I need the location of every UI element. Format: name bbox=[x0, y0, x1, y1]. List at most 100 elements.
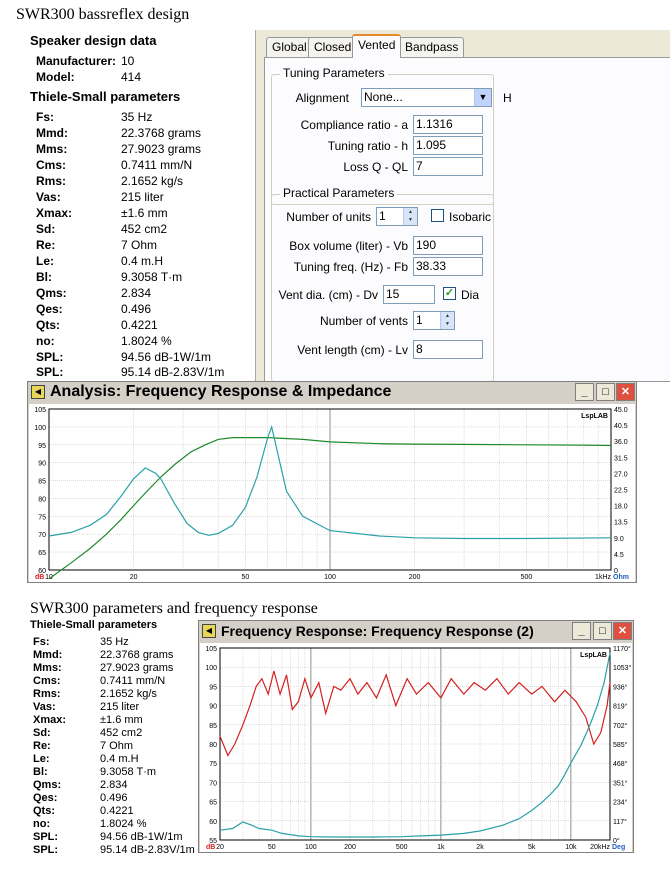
tuning-freq-input[interactable]: 38.33 bbox=[413, 257, 483, 276]
manufacturer-value: 10 bbox=[121, 54, 135, 68]
param-value: 9.3058 T·m bbox=[100, 766, 157, 778]
alignment-select[interactable]: None... ▼ bbox=[361, 88, 492, 107]
speaker-dialog: Global Closed Vented Bandpass Tuning Par… bbox=[255, 30, 670, 382]
isobaric-checkbox[interactable] bbox=[431, 209, 444, 222]
x-tick-label: 100 bbox=[305, 844, 317, 851]
maximize-button[interactable]: □ bbox=[593, 622, 612, 640]
tab-vented[interactable]: Vented bbox=[352, 34, 402, 58]
y-tick-label: 90 bbox=[209, 704, 217, 711]
spin-arrows-icon[interactable]: ▲ ▼ bbox=[403, 208, 417, 225]
param-label: Qts: bbox=[36, 318, 60, 332]
y-tick-label: 95 bbox=[38, 443, 46, 450]
y2-tick-label: 31.5 bbox=[614, 455, 628, 462]
x-unit-label: dB bbox=[35, 574, 44, 581]
speaker-icon: ◀ bbox=[31, 385, 45, 399]
param-value: 0.4 m.H bbox=[100, 753, 139, 765]
y2-tick-label: 36.0 bbox=[614, 439, 628, 446]
param-value: 2.1652 kg/s bbox=[100, 688, 157, 700]
param-label: no: bbox=[33, 818, 51, 830]
vents-label: Number of vents bbox=[319, 314, 408, 328]
param-label: Qes: bbox=[33, 792, 58, 804]
dia-label: Dia bbox=[461, 288, 480, 302]
param-value: 35 Hz bbox=[100, 636, 129, 648]
vent-dia-input[interactable]: 15 bbox=[383, 285, 435, 304]
lossq-input[interactable]: 7 bbox=[413, 157, 483, 176]
analysis-window: ◀ Analysis: Frequency Response & Impedan… bbox=[27, 381, 637, 583]
thiele-small-heading: Thiele-Small parameters bbox=[30, 89, 181, 104]
param-label: Sd: bbox=[36, 222, 56, 236]
y-tick-label: 105 bbox=[34, 407, 46, 414]
param-value: 0.496 bbox=[121, 302, 152, 316]
x-tick-label: 500 bbox=[521, 574, 533, 581]
y-tick-label: 70 bbox=[38, 532, 46, 539]
vent-length-input[interactable]: 8 bbox=[413, 340, 483, 359]
param-value: 27.9023 grams bbox=[121, 142, 202, 156]
x-tick-label: 50 bbox=[242, 574, 250, 581]
vent-dia-label: Vent dia. (cm) - Dv bbox=[278, 288, 378, 302]
param-value: 215 liter bbox=[100, 701, 140, 713]
param-label: Mms: bbox=[33, 662, 62, 674]
dia-checkbox[interactable]: ✓ bbox=[443, 287, 456, 300]
param-label: Qts: bbox=[33, 805, 55, 817]
tuning-ratio-input[interactable]: 1.095 bbox=[413, 136, 483, 155]
y-tick-label: 75 bbox=[209, 761, 217, 768]
y2-tick-label: 585° bbox=[613, 741, 628, 749]
spin-arrows-icon[interactable]: ▲ ▼ bbox=[440, 312, 454, 329]
param-label: Qms: bbox=[33, 779, 62, 791]
vents-value: 1 bbox=[416, 313, 423, 327]
units-label: Number of units bbox=[286, 210, 371, 224]
y2-unit-label: Deg bbox=[612, 844, 625, 851]
x-unit-label: dB bbox=[206, 844, 215, 851]
y-tick-label: 90 bbox=[38, 461, 46, 468]
y-tick-label: 105 bbox=[205, 646, 217, 653]
x-tick-label: 1kHz bbox=[595, 574, 611, 581]
close-button[interactable]: ✕ bbox=[613, 622, 632, 640]
param-label: Mmd: bbox=[33, 649, 63, 661]
param-value: 1.8024 % bbox=[100, 818, 147, 830]
param-label: Re: bbox=[36, 238, 56, 252]
window-titlebar[interactable]: ◀ Analysis: Frequency Response & Impedan… bbox=[28, 382, 636, 403]
param-label: Xmax: bbox=[33, 714, 67, 726]
y2-tick-label: 1053° bbox=[613, 664, 632, 672]
param-value: 95.14 dB-2.83V/1m bbox=[121, 365, 225, 379]
param-label: Rms: bbox=[36, 174, 67, 188]
param-value: 0.4221 bbox=[100, 805, 134, 817]
x-tick-label: 20 bbox=[216, 844, 224, 851]
y-tick-label: 60 bbox=[209, 819, 217, 826]
box-volume-input[interactable]: 190 bbox=[413, 236, 483, 255]
param-value: 452 cm2 bbox=[121, 222, 168, 236]
close-button[interactable]: ✕ bbox=[616, 383, 635, 401]
window-titlebar[interactable]: ◀ Frequency Response: Frequency Response… bbox=[199, 621, 633, 642]
param-value: 1.8024 % bbox=[121, 334, 172, 348]
tab-bandpass[interactable]: Bandpass bbox=[399, 37, 465, 57]
x-tick-label: 2k bbox=[476, 844, 484, 851]
param-value: 2.834 bbox=[100, 779, 128, 791]
alignment-label: Alignment bbox=[295, 91, 349, 105]
minimize-button[interactable]: _ bbox=[575, 383, 594, 401]
units-stepper[interactable]: 1 ▲ ▼ bbox=[376, 207, 418, 226]
param-label: Cms: bbox=[33, 675, 61, 687]
x-tick-label: 50 bbox=[268, 844, 276, 851]
x-tick-label: 200 bbox=[344, 844, 356, 851]
y2-tick-label: 234° bbox=[613, 799, 628, 807]
param-label: Le: bbox=[33, 753, 50, 765]
y2-tick-label: 45.0 bbox=[614, 407, 628, 414]
compliance-input[interactable]: 1.1316 bbox=[413, 115, 483, 134]
param-label: Xmax: bbox=[36, 206, 73, 220]
chevron-down-icon[interactable]: ▼ bbox=[474, 89, 491, 106]
practical-legend: Practical Parameters bbox=[280, 186, 398, 200]
minimize-button[interactable]: _ bbox=[572, 622, 591, 640]
param-label: Fs: bbox=[36, 110, 54, 124]
tab-global[interactable]: Global bbox=[266, 37, 313, 57]
frequency-response-window: ◀ Frequency Response: Frequency Response… bbox=[198, 620, 634, 853]
x-tick-label: 1k bbox=[437, 844, 445, 851]
param-label: SPL: bbox=[33, 844, 59, 856]
tuning-ratio-label: Tuning ratio - h bbox=[327, 139, 408, 153]
param-label: Sd: bbox=[33, 727, 51, 739]
maximize-button[interactable]: □ bbox=[596, 383, 615, 401]
vented-panel: Tuning Parameters Alignment None... ▼ H … bbox=[264, 57, 670, 382]
tab-closed[interactable]: Closed bbox=[308, 37, 358, 57]
param-value: 452 cm2 bbox=[100, 727, 143, 739]
compliance-label: Compliance ratio - a bbox=[300, 118, 408, 132]
vents-stepper[interactable]: 1 ▲ ▼ bbox=[413, 311, 455, 330]
